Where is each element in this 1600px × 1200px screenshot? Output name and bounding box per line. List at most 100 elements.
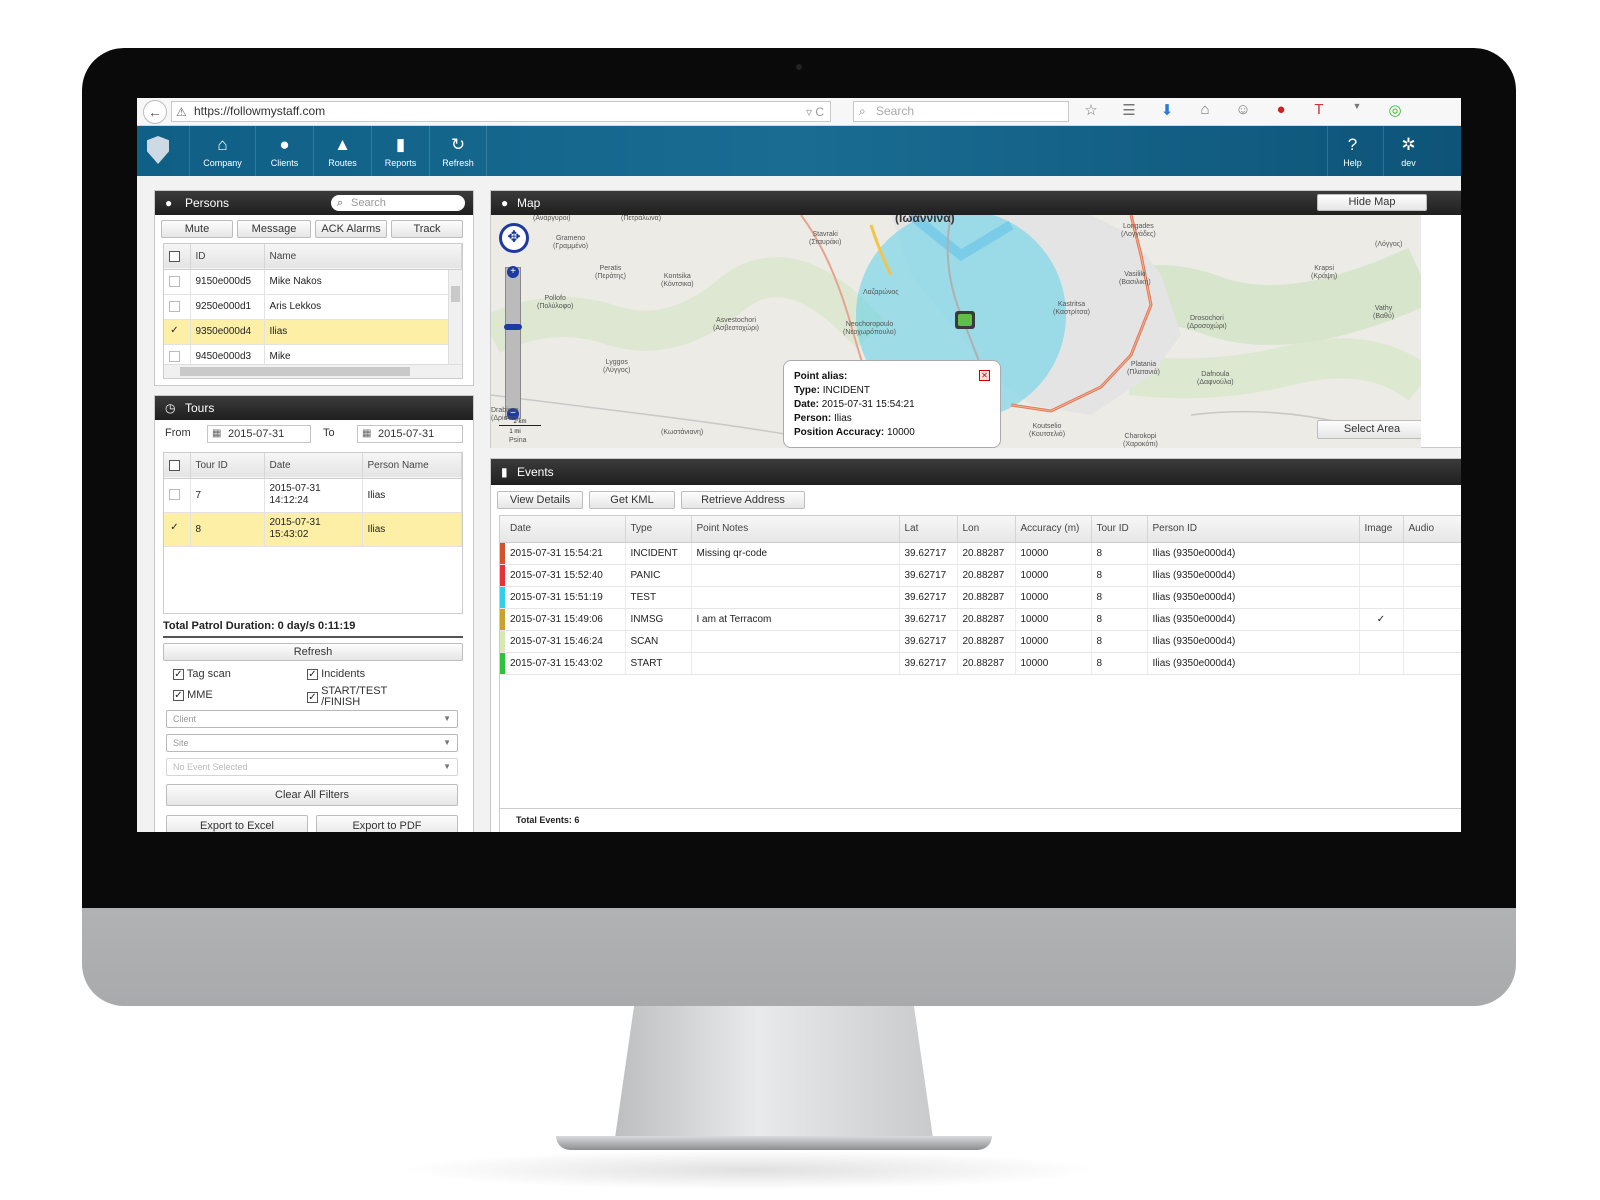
- filter-tag-scan[interactable]: ✓ Tag scan: [173, 668, 231, 680]
- filter-start-test-finish[interactable]: ✓ START/TEST/FINISH: [307, 686, 387, 708]
- event-lat: 39.62717: [899, 586, 958, 609]
- select-all-checkbox[interactable]: [169, 459, 180, 471]
- from-date-input[interactable]: ▦ 2015-07-31: [207, 425, 311, 443]
- address-bar[interactable]: ⚠ https://followmystaff.com ▿ C: [171, 101, 831, 122]
- back-arrow-icon[interactable]: ←: [143, 100, 167, 124]
- extension-icon[interactable]: ◎: [1385, 101, 1405, 123]
- nav-help[interactable]: ? Help: [1327, 126, 1377, 176]
- nav-reports[interactable]: ▮ Reports: [371, 126, 429, 176]
- reading-list-icon[interactable]: ☰: [1119, 101, 1139, 123]
- nav-dev[interactable]: ✲ dev: [1383, 126, 1433, 176]
- persons-search-input[interactable]: ⌕ Search: [331, 195, 465, 211]
- row-checkbox[interactable]: [169, 350, 180, 362]
- column-header-type[interactable]: Type: [625, 516, 692, 543]
- table-row[interactable]: 2015-07-31 15:43:02 START 39.62717 20.88287…: [500, 652, 1461, 675]
- table-row[interactable]: 2015-07-31 15:46:24 SCAN 39.62717 20.88287 1…: [500, 630, 1461, 653]
- nav-refresh[interactable]: ↻ Refresh: [429, 126, 487, 176]
- column-header-person-name[interactable]: Person Name: [362, 453, 462, 478]
- column-header-name[interactable]: Name: [264, 244, 462, 269]
- table-row[interactable]: 7 2015-07-31 14:12:24 Ilias: [164, 478, 462, 513]
- browser-search-input[interactable]: ⌕ Search: [853, 101, 1069, 122]
- reload-icon[interactable]: ▿ C: [806, 103, 824, 122]
- row-checkbox[interactable]: [169, 300, 180, 312]
- site-select[interactable]: Site ▼: [166, 734, 458, 752]
- row-checkbox-checked[interactable]: ✓: [169, 325, 180, 337]
- column-header-image[interactable]: Image: [1359, 516, 1404, 543]
- zoom-handle[interactable]: [504, 324, 522, 330]
- export-pdf-button[interactable]: Export to PDF: [316, 815, 458, 832]
- event-select[interactable]: No Event Selected ▼: [166, 758, 458, 776]
- table-row[interactable]: 2015-07-31 15:54:21 INCIDENT Missing qr-co…: [500, 542, 1461, 565]
- pan-control-icon[interactable]: ✥: [499, 223, 529, 253]
- event-person: Ilias (9350e000d4): [1147, 630, 1360, 653]
- table-row[interactable]: 2015-07-31 15:51:19 TEST 39.62717 20.88287 1…: [500, 586, 1461, 609]
- column-header-lat[interactable]: Lat: [899, 516, 958, 543]
- to-date-input[interactable]: ▦ 2015-07-31: [357, 425, 463, 443]
- checkbox-checked[interactable]: ✓: [173, 689, 184, 701]
- row-checkbox[interactable]: [169, 489, 180, 501]
- nav-routes[interactable]: ▲ Routes: [313, 126, 371, 176]
- nav-clients[interactable]: ● Clients: [255, 126, 313, 176]
- home-icon[interactable]: ⌂: [1195, 101, 1215, 123]
- checkbox-checked[interactable]: ✓: [173, 668, 184, 680]
- nav-company[interactable]: ⌂ Company: [189, 126, 255, 176]
- refresh-button[interactable]: Refresh: [163, 643, 463, 661]
- table-row[interactable]: 2015-07-31 15:49:06 INMSG I am at Terracom…: [500, 608, 1461, 631]
- vertical-scrollbar[interactable]: [448, 270, 462, 366]
- column-header-id[interactable]: ID: [190, 244, 265, 269]
- zoom-slider[interactable]: + −: [504, 266, 522, 420]
- zoom-in-icon[interactable]: +: [507, 266, 519, 278]
- export-excel-button[interactable]: Export to Excel: [166, 815, 308, 832]
- horizontal-scrollbar[interactable]: [164, 364, 462, 378]
- select-all-checkbox[interactable]: [169, 250, 180, 262]
- dropdown-icon[interactable]: ▼: [1347, 101, 1367, 123]
- client-select[interactable]: Client ▼: [166, 710, 458, 728]
- column-header-tour-id[interactable]: Tour ID: [190, 453, 265, 478]
- t-icon[interactable]: T: [1309, 101, 1329, 123]
- column-header-audio[interactable]: Audio: [1403, 516, 1461, 543]
- row-checkbox[interactable]: [169, 275, 180, 287]
- map-canvas[interactable]: ✥ + − 2 km 1 mi (Ιωάννινα) (Ανάργυροι) (Π…: [491, 215, 1421, 448]
- clock-icon: ◷: [165, 401, 176, 415]
- user-icon: ●: [165, 196, 173, 210]
- checkbox-checked[interactable]: ✓: [307, 692, 318, 703]
- map-place-label: Drabissa (Δρίσσα): [491, 407, 519, 422]
- table-row[interactable]: 9250e000d1 Aris Lekkos: [164, 294, 462, 320]
- star-icon[interactable]: ☆: [1081, 101, 1101, 123]
- column-header-person-id[interactable]: Person ID: [1147, 516, 1360, 543]
- column-header-date[interactable]: Date: [505, 516, 626, 543]
- download-icon[interactable]: ⬇: [1157, 101, 1177, 123]
- close-icon[interactable]: ✕: [979, 370, 990, 381]
- column-header-tour-id[interactable]: Tour ID: [1091, 516, 1148, 543]
- clear-filters-button[interactable]: Clear All Filters: [166, 784, 458, 806]
- adblock-icon[interactable]: ●: [1271, 101, 1291, 123]
- event-notes: I am at Terracom: [691, 608, 900, 631]
- retrieve-address-button[interactable]: Retrieve Address: [681, 491, 805, 509]
- checkbox-checked[interactable]: ✓: [307, 668, 318, 680]
- chat-icon[interactable]: ☺: [1233, 101, 1253, 123]
- column-header-notes[interactable]: Point Notes: [691, 516, 900, 543]
- person-name: Mike Nakos: [264, 269, 462, 295]
- filter-mme[interactable]: ✓ MME: [173, 689, 213, 701]
- get-kml-button[interactable]: Get KML: [589, 491, 675, 509]
- select-area-button[interactable]: Select Area: [1317, 420, 1421, 439]
- view-details-button[interactable]: View Details: [497, 491, 583, 509]
- row-checkbox-checked[interactable]: ✓: [169, 523, 180, 534]
- table-row[interactable]: 2015-07-31 15:52:40 PANIC 39.62717 20.88287…: [500, 564, 1461, 587]
- hide-map-button[interactable]: Hide Map: [1317, 194, 1427, 211]
- column-header-date[interactable]: Date: [264, 453, 363, 478]
- column-header-lon[interactable]: Lon: [957, 516, 1016, 543]
- bar-chart-icon: ▮: [501, 465, 508, 479]
- map-popup[interactable]: ✕ Point alias: Type: INCIDENT Date: 2015…: [783, 360, 1001, 448]
- column-header-accuracy[interactable]: Accuracy (m): [1015, 516, 1092, 543]
- message-button[interactable]: Message: [237, 220, 311, 238]
- table-row[interactable]: 9150e000d5 Mike Nakos: [164, 269, 462, 295]
- table-row[interactable]: ✓ 9350e000d4 Ilias: [164, 319, 462, 345]
- map-place-label: (Πετράλωνα): [621, 215, 662, 222]
- event-lat: 39.62717: [899, 542, 958, 565]
- ack-alarms-button[interactable]: ACK Alarms: [315, 220, 387, 238]
- table-row[interactable]: ✓ 8 2015-07-31 15:43:02 Ilias: [164, 512, 462, 547]
- mute-button[interactable]: Mute: [161, 220, 233, 238]
- filter-incidents[interactable]: ✓ Incidents: [307, 668, 365, 680]
- track-button[interactable]: Track: [391, 220, 463, 238]
